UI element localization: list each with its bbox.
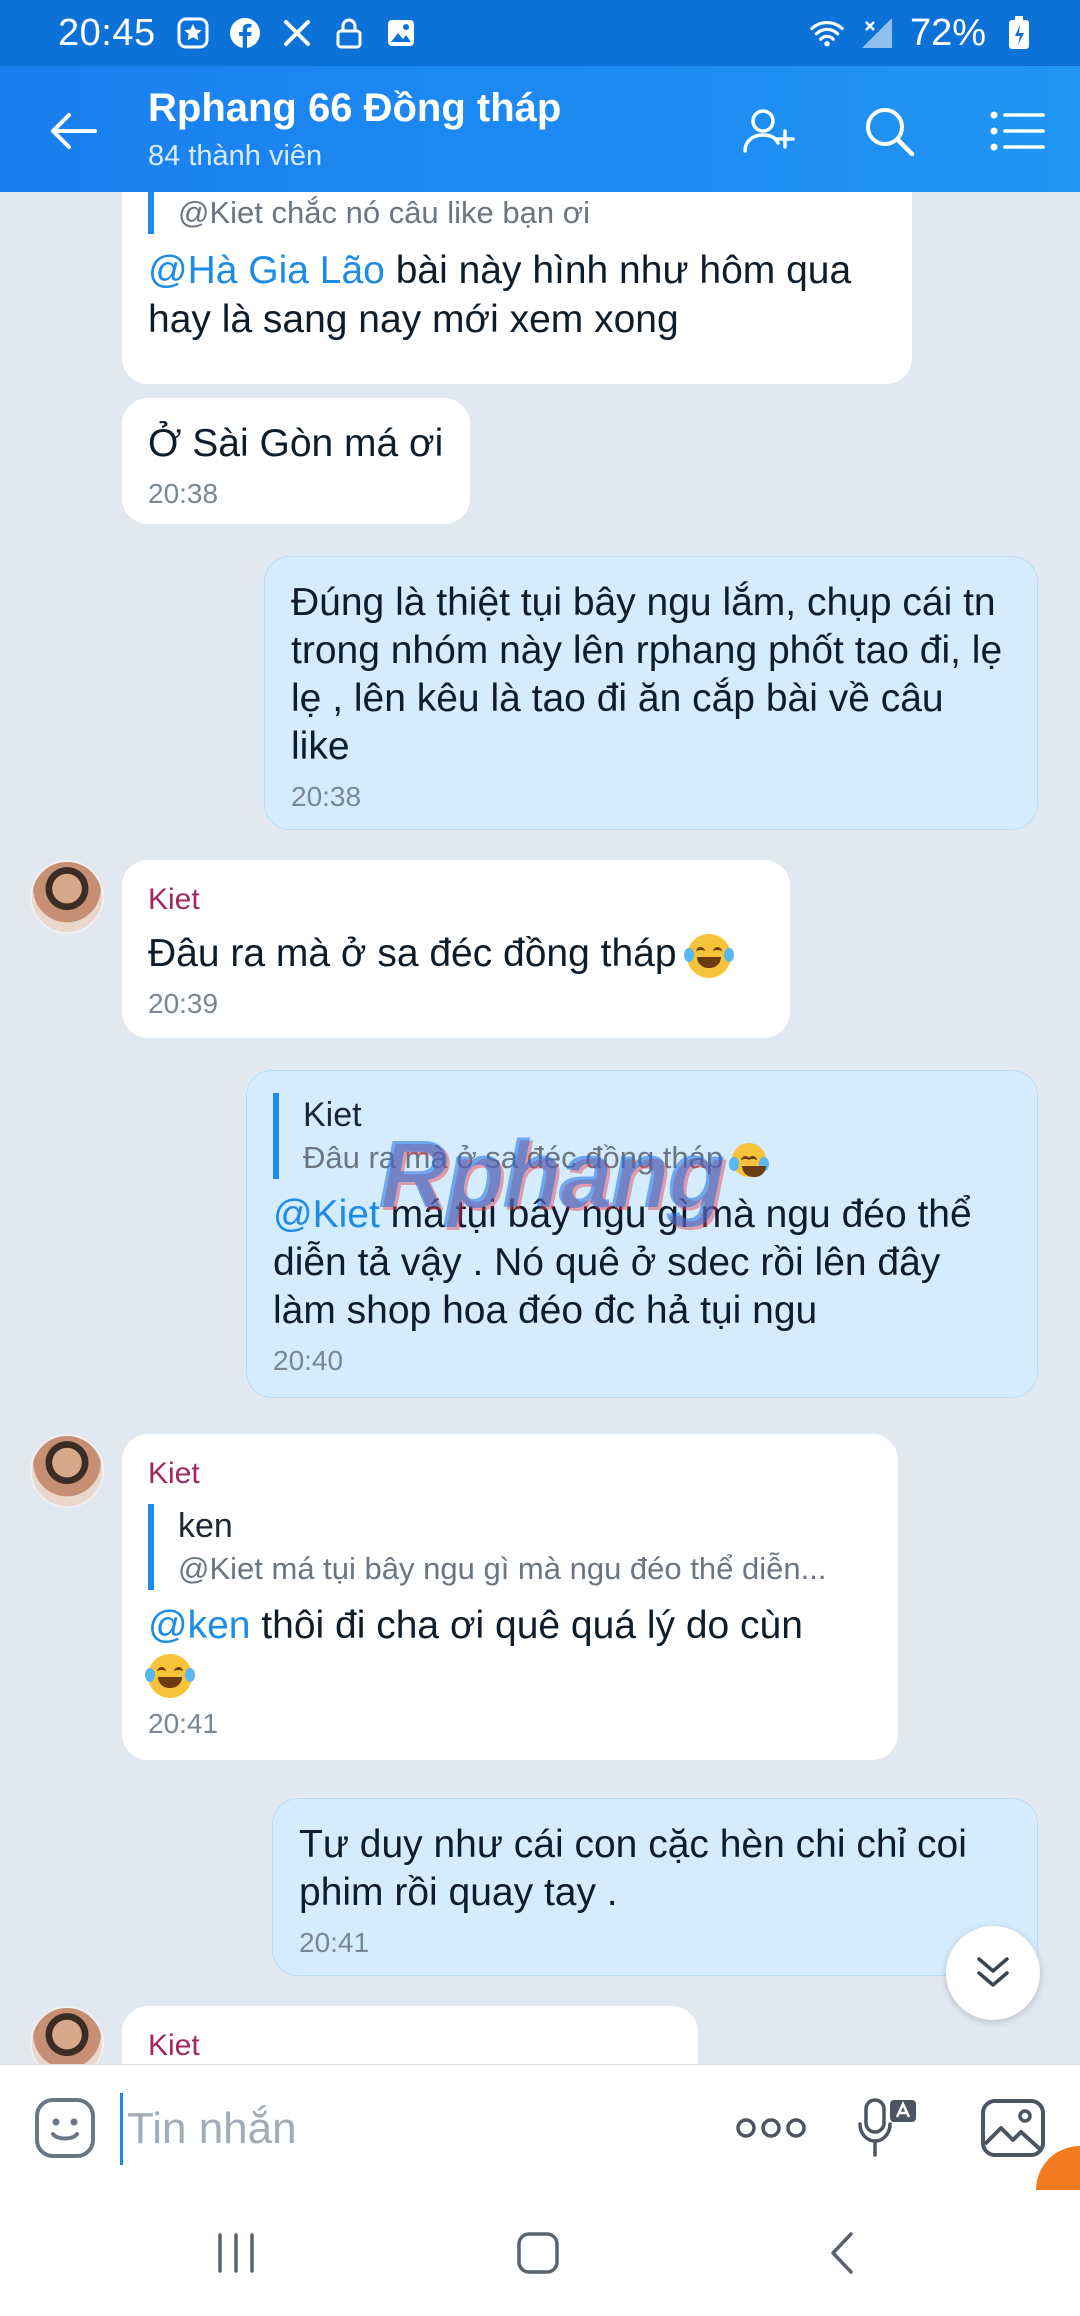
double-chevron-down-icon [977,1957,1009,1987]
message-time: 20:39 [148,988,219,1019]
back-nav-button[interactable] [812,2228,872,2278]
status-notification-icons [176,16,418,50]
laughing-tears-emoji-icon [145,1653,195,1698]
avatar[interactable] [30,2006,104,2064]
laughing-tears-emoji-icon [684,933,735,978]
star-badge-icon [176,16,210,50]
add-member-button[interactable] [736,98,802,164]
list-menu-icon [990,111,1045,151]
scroll-to-bottom-button[interactable] [946,1926,1040,2020]
quoted-message[interactable]: Kiet Đâu ra mà ở sa đéc đồng tháp [273,1093,1011,1179]
message-text: Đâu ra mà ở sa đéc đồng tháp [148,930,764,978]
add-user-icon [743,109,795,153]
recent-apps-button[interactable] [206,2228,266,2278]
system-navigation-bar [0,2190,1080,2316]
message-bubble-incoming[interactable]: Kiet [122,2006,698,2064]
member-count[interactable]: 84 thành viên [148,140,322,173]
message-bubble-incoming[interactable]: @Kiet chắc nó câu like bạn ơi @Hà Gia Lã… [122,192,912,384]
message-bubble-outgoing[interactable]: Đúng là thiệt tụi bây ngu lắm, chụp cái … [264,556,1038,830]
more-options-button[interactable] [716,2093,826,2163]
message-bubble-incoming[interactable]: Kiet ken @Kiet má tụi bây ngu gì mà ngu … [122,1434,898,1760]
image-gallery-icon [981,2099,1045,2157]
sender-name[interactable]: Kiet [148,1456,872,1492]
voice-message-button[interactable] [852,2093,922,2163]
recent-apps-icon [218,2233,254,2273]
message-bubble-outgoing[interactable]: Kiet Đâu ra mà ở sa đéc đồng tháp @Kiet … [246,1070,1038,1398]
menu-button[interactable] [984,98,1050,164]
quoted-message[interactable]: @Kiet chắc nó câu like bạn ơi [148,192,886,234]
chat-header: Rphang 66 Đồng tháp 84 thành viên [0,66,1080,192]
mention[interactable]: @ken [148,1604,250,1647]
mention[interactable]: @Hà Gia Lão [148,249,385,292]
emoji-sticker-icon [35,2098,95,2158]
chat-messages[interactable]: @Kiet chắc nó câu like bạn ơi @Hà Gia Lã… [0,192,1080,2064]
lock-icon [332,16,366,50]
message-composer [0,2064,1080,2190]
avatar[interactable] [30,860,104,934]
arrow-left-icon [51,113,97,149]
message-time: 20:41 [299,1927,370,1958]
message-body: Đâu ra mà ở sa đéc đồng tháp [148,932,677,975]
quoted-text: @Kiet má tụi bây ngu gì mà ngu đéo thể d… [178,1551,827,1586]
sender-name[interactable]: Kiet [148,882,764,918]
wifi-icon [810,16,844,50]
chevron-left-icon [831,2232,853,2274]
search-icon [866,108,915,157]
quoted-sender: ken [178,1507,233,1545]
message-text: @Hà Gia Lão bài này hình như hôm qua hay… [148,246,886,344]
message-text: @Kiet má tụi bây ngu gì mà ngu đéo thể d… [273,1191,1011,1335]
laughing-tears-emoji-icon [728,1142,769,1177]
home-icon [517,2232,559,2274]
image-icon [384,16,418,50]
facebook-icon [228,16,262,50]
status-time: 20:45 [58,11,156,54]
message-bubble-outgoing[interactable]: Tư duy như cái con cặc hèn chi chỉ coi p… [272,1798,1038,1976]
tools-icon [280,16,314,50]
quoted-message[interactable]: ken @Kiet má tụi bây ngu gì mà ngu đéo t… [148,1504,872,1590]
message-text: Đúng là thiệt tụi bây ngu lắm, chụp cái … [291,581,1003,768]
message-text: Ở Sài Gòn má ơi [148,422,444,465]
message-bubble-incoming[interactable]: Ở Sài Gòn má ơi 20:38 [122,398,470,524]
search-button[interactable] [856,98,922,164]
home-button[interactable] [508,2228,568,2278]
message-bubble-incoming[interactable]: Kiet Đâu ra mà ở sa đéc đồng tháp 20:39 [122,860,790,1038]
quoted-sender: Kiet [303,1096,362,1134]
group-title[interactable]: Rphang 66 Đồng tháp [148,86,561,131]
mention[interactable]: @Kiet [273,1193,380,1236]
sticker-button[interactable] [30,2093,100,2163]
message-text: Tư duy như cái con cặc hèn chi chỉ coi p… [299,1823,967,1914]
status-bar: 20:45 72% [0,0,1080,66]
message-time: 20:40 [273,1345,344,1376]
message-text: @ken thôi đi cha ơi quê quá lý do cùn [145,1602,872,1698]
message-time: 20:41 [148,1708,219,1739]
message-body: thôi đi cha ơi quê quá lý do cùn [250,1604,803,1647]
avatar[interactable] [30,1434,104,1508]
message-time: 20:38 [291,781,362,812]
microphone-icon [858,2098,916,2157]
photo-button[interactable] [978,2093,1048,2163]
status-system-icons: 72% [810,12,1036,55]
message-time: 20:38 [148,478,219,509]
back-button[interactable] [38,96,108,166]
more-dots-icon [736,2118,806,2138]
quoted-text: @Kiet chắc nó câu like bạn ơi [178,195,590,230]
quoted-text: Đâu ra mà ở sa đéc đồng tháp [303,1137,1011,1179]
signal-icon [860,16,894,50]
sender-name[interactable]: Kiet [148,2028,672,2064]
message-input[interactable] [120,2093,689,2165]
battery-percent: 72% [909,11,986,54]
battery-icon [1002,16,1036,50]
